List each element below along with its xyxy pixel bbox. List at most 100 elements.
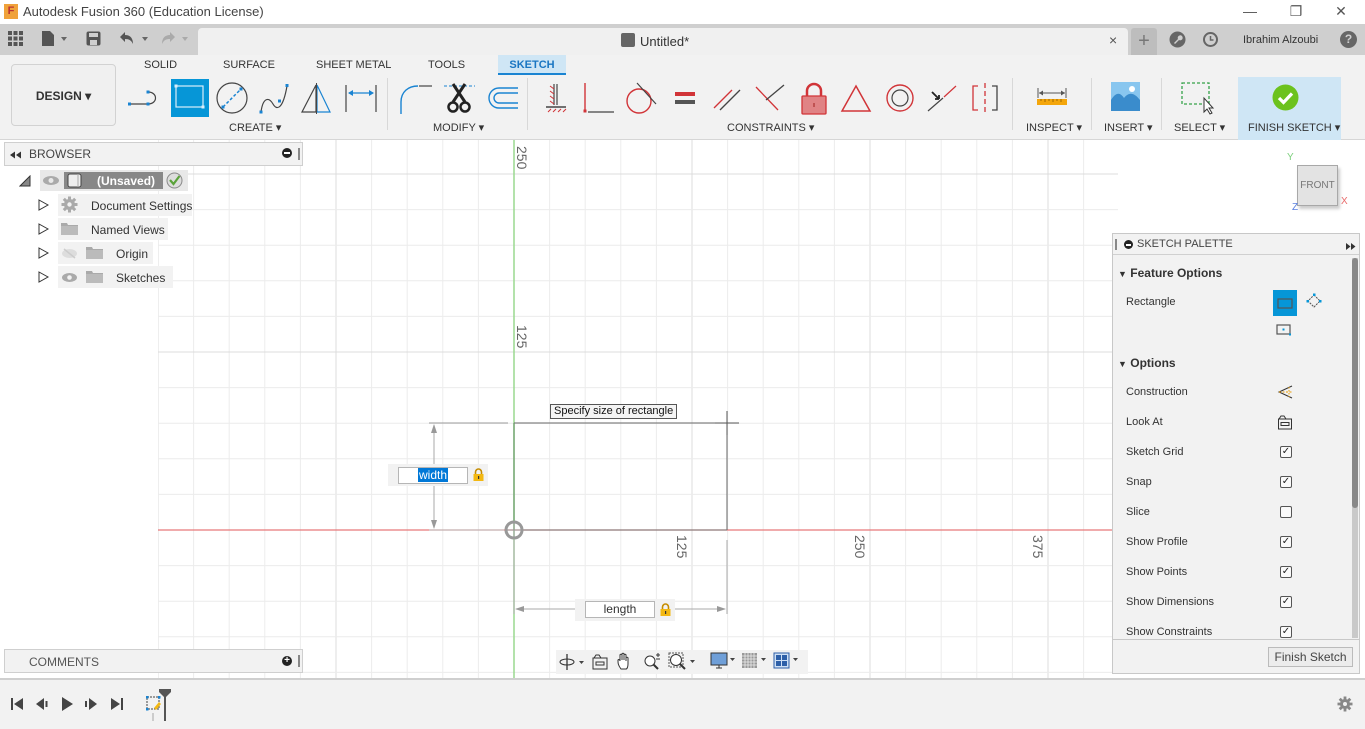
two-point-rectangle-option[interactable] — [1273, 290, 1297, 316]
palette-minimize-icon[interactable] — [1124, 240, 1133, 249]
equal-constraint-tool[interactable] — [667, 80, 703, 116]
show-dimensions-checkbox[interactable]: ✓ — [1280, 596, 1292, 608]
undo-button[interactable] — [118, 31, 150, 47]
lock-constraint-tool[interactable] — [796, 80, 832, 116]
construction-toggle-icon[interactable] — [1277, 384, 1293, 400]
job-status-clock-icon[interactable] — [1202, 31, 1219, 48]
visibility-eye-icon[interactable] — [42, 175, 60, 186]
look-at-button-icon[interactable] — [1277, 414, 1293, 430]
insert-image-tool[interactable] — [1109, 80, 1145, 116]
go-to-end-icon[interactable] — [110, 697, 124, 711]
zoom-icon[interactable] — [643, 652, 661, 670]
create-menu[interactable]: CREATE ▾ — [229, 121, 281, 134]
spline-tool[interactable] — [257, 80, 293, 116]
three-point-rectangle-option[interactable] — [1304, 292, 1324, 312]
step-forward-icon[interactable] — [84, 697, 98, 711]
active-component-check-icon[interactable] — [166, 172, 183, 189]
slice-checkbox[interactable] — [1280, 506, 1292, 518]
look-at-icon[interactable] — [592, 653, 608, 671]
extensions-wrench-icon[interactable] — [1169, 31, 1186, 48]
close-tab-button[interactable]: × — [1109, 32, 1117, 48]
timeline-settings-gear-icon[interactable] — [1337, 696, 1353, 712]
browser-minimize-icon[interactable] — [282, 148, 292, 158]
width-input[interactable]: width — [398, 467, 468, 484]
fix-constraint-tool[interactable] — [540, 80, 576, 116]
expand-document-settings-icon[interactable] — [38, 199, 50, 211]
inspect-menu[interactable]: INSPECT ▾ — [1026, 121, 1082, 134]
fit-view-icon[interactable] — [668, 652, 698, 670]
hidden-eye-icon[interactable] — [61, 248, 78, 259]
line-tool[interactable] — [128, 80, 164, 116]
comments-drag-handle[interactable] — [298, 655, 300, 667]
viewports-icon[interactable] — [773, 652, 801, 670]
rectangle-tool[interactable] — [171, 79, 209, 117]
tab-sketch[interactable]: SKETCH — [498, 55, 566, 75]
symmetry-constraint-tool[interactable] — [967, 80, 1003, 116]
tab-surface[interactable]: SURFACE — [223, 59, 275, 71]
tab-tools[interactable]: TOOLS — [428, 59, 465, 71]
palette-scrollbar[interactable] — [1352, 258, 1358, 638]
snap-checkbox[interactable]: ✓ — [1280, 476, 1292, 488]
browser-drag-handle[interactable] — [298, 148, 300, 160]
palette-drag-handle[interactable] — [1115, 239, 1117, 250]
sketch-dimension-tool[interactable] — [343, 80, 379, 116]
measure-tool[interactable] — [1034, 80, 1070, 116]
visibility-eye-icon[interactable] — [61, 272, 78, 283]
step-back-icon[interactable] — [35, 697, 49, 711]
user-account-menu[interactable]: Ibrahim Alzoubi — [1243, 34, 1318, 46]
minimize-button[interactable]: — — [1227, 0, 1273, 24]
display-settings-icon[interactable] — [710, 652, 738, 670]
help-icon[interactable]: ? — [1340, 31, 1357, 48]
midpoint-constraint-tool[interactable] — [838, 80, 874, 116]
orbit-icon[interactable] — [559, 653, 587, 671]
save-icon[interactable] — [86, 31, 101, 46]
width-lock-icon[interactable] — [473, 468, 484, 481]
options-section[interactable]: ▼ Options — [1118, 356, 1176, 370]
grid-snaps-icon[interactable] — [741, 652, 769, 670]
add-comment-icon[interactable]: + — [282, 656, 292, 666]
finish-check-icon[interactable] — [1272, 84, 1299, 111]
length-input[interactable]: length — [585, 601, 655, 618]
show-points-checkbox[interactable]: ✓ — [1280, 566, 1292, 578]
center-rectangle-option[interactable] — [1275, 322, 1295, 340]
fillet-tool[interactable] — [398, 80, 434, 116]
coincident-constraint-tool[interactable] — [582, 80, 618, 116]
workspace-switcher[interactable]: DESIGN ▾ — [11, 64, 116, 126]
root-expand-icon[interactable] — [18, 174, 31, 187]
apps-grid-icon[interactable] — [8, 31, 23, 46]
expand-named-views-icon[interactable] — [38, 223, 50, 235]
tab-sheet-metal[interactable]: SHEET METAL — [316, 59, 391, 71]
tab-solid[interactable]: SOLID — [144, 59, 177, 71]
collapse-browser-icon[interactable] — [10, 149, 22, 159]
offset-tool[interactable] — [484, 80, 520, 116]
length-lock-icon[interactable] — [660, 603, 671, 616]
feature-options-section[interactable]: ▼ Feature Options — [1118, 266, 1222, 280]
viewcube-front[interactable]: FRONT — [1297, 165, 1338, 206]
tangent-constraint-tool[interactable] — [623, 80, 659, 116]
timeline-marker[interactable] — [158, 688, 172, 721]
concentric-constraint-tool[interactable] — [882, 80, 918, 116]
mirror-tool[interactable] — [300, 80, 336, 116]
show-constraints-checkbox[interactable]: ✓ — [1280, 626, 1292, 638]
modify-menu[interactable]: MODIFY ▾ — [433, 121, 484, 134]
restore-button[interactable]: ❐ — [1273, 0, 1319, 24]
palette-expand-icon[interactable] — [1346, 240, 1356, 250]
constraints-menu[interactable]: CONSTRAINTS ▾ — [727, 121, 814, 134]
redo-button[interactable] — [160, 31, 192, 47]
sketch-grid-checkbox[interactable]: ✓ — [1280, 446, 1292, 458]
close-window-button[interactable]: ✕ — [1318, 0, 1364, 24]
collinear-constraint-tool[interactable] — [924, 80, 960, 116]
expand-sketches-icon[interactable] — [38, 271, 50, 283]
go-to-start-icon[interactable] — [10, 697, 24, 711]
pan-hand-icon[interactable] — [617, 652, 633, 670]
play-icon[interactable] — [60, 697, 74, 711]
finish-sketch-palette-button[interactable]: Finish Sketch — [1268, 647, 1353, 667]
select-menu[interactable]: SELECT ▾ — [1174, 121, 1225, 134]
select-window-tool[interactable] — [1180, 80, 1216, 116]
parallel-constraint-tool[interactable] — [710, 80, 746, 116]
expand-origin-icon[interactable] — [38, 247, 50, 259]
perpendicular-constraint-tool[interactable] — [752, 80, 788, 116]
new-tab-button[interactable]: + — [1131, 28, 1157, 55]
circle-tool[interactable] — [214, 80, 250, 116]
finish-sketch-menu[interactable]: FINISH SKETCH ▾ — [1248, 121, 1340, 134]
